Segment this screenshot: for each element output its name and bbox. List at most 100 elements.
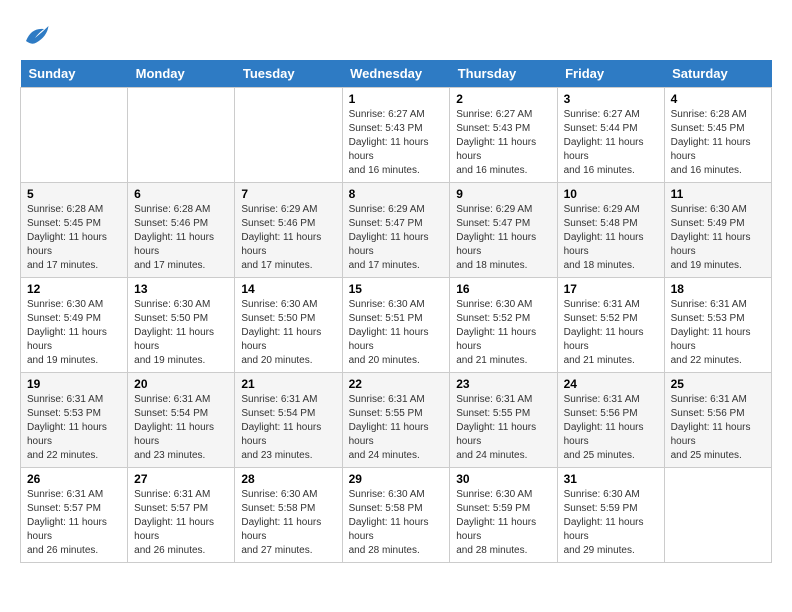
day-info: Sunrise: 6:30 AMSunset: 5:52 PMDaylight:… — [456, 298, 550, 368]
day-info: Sunrise: 6:28 AMSunset: 5:46 PMDaylight:… — [134, 203, 228, 273]
day-info: Sunrise: 6:31 AMSunset: 5:56 PMDaylight:… — [671, 393, 765, 463]
calendar-cell: 23 Sunrise: 6:31 AMSunset: 5:55 PMDayligh… — [450, 373, 557, 468]
calendar-cell: 17 Sunrise: 6:31 AMSunset: 5:52 PMDayligh… — [557, 278, 664, 373]
day-info: Sunrise: 6:31 AMSunset: 5:52 PMDaylight:… — [564, 298, 658, 368]
day-number: 25 — [671, 377, 765, 391]
day-number: 17 — [564, 282, 658, 296]
day-number: 24 — [564, 377, 658, 391]
day-info: Sunrise: 6:31 AMSunset: 5:54 PMDaylight:… — [241, 393, 335, 463]
calendar-cell: 3 Sunrise: 6:27 AMSunset: 5:44 PMDaylight… — [557, 88, 664, 183]
logo-bird-icon — [20, 20, 50, 50]
day-number: 15 — [349, 282, 444, 296]
calendar-cell: 29 Sunrise: 6:30 AMSunset: 5:58 PMDayligh… — [342, 468, 450, 563]
day-info: Sunrise: 6:30 AMSunset: 5:59 PMDaylight:… — [456, 488, 550, 558]
day-info: Sunrise: 6:27 AMSunset: 5:43 PMDaylight:… — [349, 108, 444, 178]
day-header-thursday: Thursday — [450, 60, 557, 88]
calendar-cell: 8 Sunrise: 6:29 AMSunset: 5:47 PMDaylight… — [342, 183, 450, 278]
calendar-cell: 13 Sunrise: 6:30 AMSunset: 5:50 PMDayligh… — [128, 278, 235, 373]
calendar-cell: 24 Sunrise: 6:31 AMSunset: 5:56 PMDayligh… — [557, 373, 664, 468]
day-info: Sunrise: 6:29 AMSunset: 5:48 PMDaylight:… — [564, 203, 658, 273]
calendar-cell: 9 Sunrise: 6:29 AMSunset: 5:47 PMDaylight… — [450, 183, 557, 278]
day-number: 20 — [134, 377, 228, 391]
day-number: 18 — [671, 282, 765, 296]
calendar-cell: 11 Sunrise: 6:30 AMSunset: 5:49 PMDayligh… — [664, 183, 771, 278]
day-number: 27 — [134, 472, 228, 486]
calendar-cell: 21 Sunrise: 6:31 AMSunset: 5:54 PMDayligh… — [235, 373, 342, 468]
calendar-cell: 12 Sunrise: 6:30 AMSunset: 5:49 PMDayligh… — [21, 278, 128, 373]
day-number: 8 — [349, 187, 444, 201]
day-number: 3 — [564, 92, 658, 106]
calendar-cell: 27Sunrise: 6:31 AMSunset: 5:57 PMDayligh… — [128, 468, 235, 563]
day-info: Sunrise: 6:29 AMSunset: 5:46 PMDaylight:… — [241, 203, 335, 273]
calendar-cell: 4Sunrise: 6:28 AMSunset: 5:45 PMDaylight… — [664, 88, 771, 183]
day-info: Sunrise: 6:29 AMSunset: 5:47 PMDaylight:… — [349, 203, 444, 273]
day-number: 9 — [456, 187, 550, 201]
day-number: 4 — [671, 92, 765, 106]
calendar-cell: 26 Sunrise: 6:31 AMSunset: 5:57 PMDayligh… — [21, 468, 128, 563]
day-info: Sunrise: 6:31 AMSunset: 5:57 PMDaylight:… — [27, 488, 121, 558]
week-row-2: 5 Sunrise: 6:28 AMSunset: 5:45 PMDaylight… — [21, 183, 772, 278]
calendar-cell: 20 Sunrise: 6:31 AMSunset: 5:54 PMDayligh… — [128, 373, 235, 468]
day-number: 28 — [241, 472, 335, 486]
day-info: Sunrise: 6:30 AMSunset: 5:49 PMDaylight:… — [27, 298, 121, 368]
day-header-saturday: Saturday — [664, 60, 771, 88]
week-row-1: 1Sunrise: 6:27 AMSunset: 5:43 PMDaylight… — [21, 88, 772, 183]
day-number: 14 — [241, 282, 335, 296]
day-info: Sunrise: 6:31 AMSunset: 5:53 PMDaylight:… — [27, 393, 121, 463]
calendar-cell: 14 Sunrise: 6:30 AMSunset: 5:50 PMDayligh… — [235, 278, 342, 373]
day-number: 30 — [456, 472, 550, 486]
day-header-wednesday: Wednesday — [342, 60, 450, 88]
week-row-3: 12 Sunrise: 6:30 AMSunset: 5:49 PMDayligh… — [21, 278, 772, 373]
day-number: 22 — [349, 377, 444, 391]
day-info: Sunrise: 6:31 AMSunset: 5:56 PMDaylight:… — [564, 393, 658, 463]
day-number: 10 — [564, 187, 658, 201]
calendar-cell — [664, 468, 771, 563]
day-info: Sunrise: 6:31 AMSunset: 5:53 PMDaylight:… — [671, 298, 765, 368]
week-row-5: 26 Sunrise: 6:31 AMSunset: 5:57 PMDayligh… — [21, 468, 772, 563]
day-info: Sunrise: 6:31 AMSunset: 5:54 PMDaylight:… — [134, 393, 228, 463]
day-header-tuesday: Tuesday — [235, 60, 342, 88]
day-number: 31 — [564, 472, 658, 486]
calendar-cell: 15 Sunrise: 6:30 AMSunset: 5:51 PMDayligh… — [342, 278, 450, 373]
calendar-cell: 31 Sunrise: 6:30 AMSunset: 5:59 PMDayligh… — [557, 468, 664, 563]
calendar-cell — [21, 88, 128, 183]
day-number: 11 — [671, 187, 765, 201]
day-info: Sunrise: 6:31 AMSunset: 5:55 PMDaylight:… — [456, 393, 550, 463]
calendar-cell: 18 Sunrise: 6:31 AMSunset: 5:53 PMDayligh… — [664, 278, 771, 373]
calendar-cell: 5 Sunrise: 6:28 AMSunset: 5:45 PMDaylight… — [21, 183, 128, 278]
day-info: Sunrise: 6:31 AMSunset: 5:55 PMDaylight:… — [349, 393, 444, 463]
calendar-cell: 10 Sunrise: 6:29 AMSunset: 5:48 PMDayligh… — [557, 183, 664, 278]
day-number: 16 — [456, 282, 550, 296]
day-number: 6 — [134, 187, 228, 201]
calendar-header-row: SundayMondayTuesdayWednesdayThursdayFrid… — [21, 60, 772, 88]
day-header-monday: Monday — [128, 60, 235, 88]
day-number: 5 — [27, 187, 121, 201]
calendar-cell — [235, 88, 342, 183]
calendar-cell: 2Sunrise: 6:27 AMSunset: 5:43 PMDaylight… — [450, 88, 557, 183]
day-info: Sunrise: 6:30 AMSunset: 5:51 PMDaylight:… — [349, 298, 444, 368]
day-info: Sunrise: 6:30 AMSunset: 5:49 PMDaylight:… — [671, 203, 765, 273]
calendar-cell: 6 Sunrise: 6:28 AMSunset: 5:46 PMDaylight… — [128, 183, 235, 278]
week-row-4: 19Sunrise: 6:31 AMSunset: 5:53 PMDayligh… — [21, 373, 772, 468]
day-number: 29 — [349, 472, 444, 486]
day-info: Sunrise: 6:30 AMSunset: 5:50 PMDaylight:… — [241, 298, 335, 368]
page-header — [20, 20, 772, 50]
day-number: 12 — [27, 282, 121, 296]
day-number: 26 — [27, 472, 121, 486]
calendar-cell: 7 Sunrise: 6:29 AMSunset: 5:46 PMDaylight… — [235, 183, 342, 278]
day-header-sunday: Sunday — [21, 60, 128, 88]
day-number: 21 — [241, 377, 335, 391]
day-info: Sunrise: 6:28 AMSunset: 5:45 PMDaylight:… — [27, 203, 121, 273]
calendar-cell: 22 Sunrise: 6:31 AMSunset: 5:55 PMDayligh… — [342, 373, 450, 468]
day-number: 7 — [241, 187, 335, 201]
day-header-friday: Friday — [557, 60, 664, 88]
day-info: Sunrise: 6:29 AMSunset: 5:47 PMDaylight:… — [456, 203, 550, 273]
day-number: 13 — [134, 282, 228, 296]
calendar-cell: 28 Sunrise: 6:30 AMSunset: 5:58 PMDayligh… — [235, 468, 342, 563]
day-number: 23 — [456, 377, 550, 391]
day-info: Sunrise: 6:30 AMSunset: 5:58 PMDaylight:… — [349, 488, 444, 558]
day-info: Sunrise: 6:27 AMSunset: 5:44 PMDaylight:… — [564, 108, 658, 178]
day-info: Sunrise: 6:30 AMSunset: 5:50 PMDaylight:… — [134, 298, 228, 368]
day-info: Sunrise: 6:30 AMSunset: 5:59 PMDaylight:… — [564, 488, 658, 558]
day-info: Sunrise: 6:30 AMSunset: 5:58 PMDaylight:… — [241, 488, 335, 558]
